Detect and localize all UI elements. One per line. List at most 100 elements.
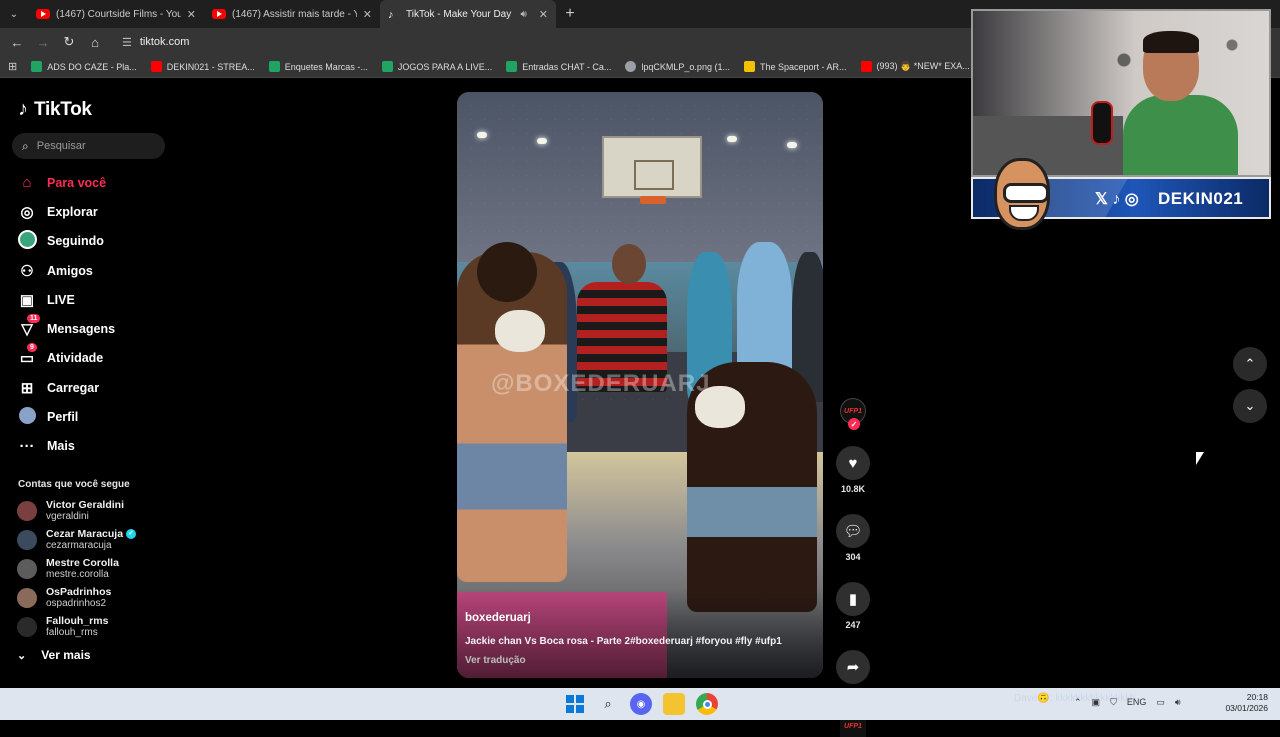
bookmark-item[interactable]: (993) 👨 *NEW* EXA... [860, 61, 970, 72]
bookmark-item[interactable]: DEKIN021 - STREA... [150, 61, 255, 72]
network-icon[interactable]: ▭ [1156, 697, 1165, 708]
comment-button[interactable]: 💬︎ [836, 514, 870, 548]
more-icon: ··· [19, 437, 35, 455]
chevron-up-icon: ⌃ [1244, 356, 1256, 371]
site-info-icon[interactable]: ☰ [122, 36, 132, 49]
bookmark-icon: ▮ [848, 591, 858, 608]
streamer-cartoon-avatar [994, 158, 1050, 230]
search-input[interactable] [36, 140, 147, 152]
close-icon[interactable]: ✕ [539, 8, 548, 21]
following-account[interactable]: Fallouh_rms fallouh_rms [17, 613, 136, 642]
security-icon[interactable]: ⛉ [1110, 697, 1117, 708]
reload-button[interactable]: ↻ [56, 29, 82, 55]
tiktok-icon: ♪ [388, 9, 394, 21]
nav-label: LIVE [47, 292, 75, 307]
video-author[interactable]: boxederuarj [465, 612, 531, 624]
following-account[interactable]: Victor Geraldini vgeraldini [17, 496, 136, 525]
tiktok-icon: ♪ [18, 98, 28, 120]
previous-video-button[interactable]: ⌃ [1233, 347, 1267, 381]
see-translation-link[interactable]: Ver tradução [465, 655, 526, 666]
nav-item-perfil[interactable]: Perfil [17, 402, 115, 431]
save-button[interactable]: ▮ [836, 582, 870, 616]
account-handle: fallouh_rms [46, 627, 98, 639]
tab-search-button[interactable]: ⌄ [0, 0, 28, 28]
address-bar[interactable]: ☰ tiktok.com [114, 31, 954, 53]
logo-text: TikTok [34, 98, 92, 120]
youtube-icon [36, 9, 50, 19]
next-video-button[interactable]: ⌄ [1233, 389, 1267, 423]
following-account[interactable]: OsPadrinhos ospadrinhos2 [17, 584, 136, 613]
nav-label: Explorar [47, 204, 98, 219]
chrome-button[interactable] [696, 693, 718, 715]
live-icon: ▣ [19, 291, 35, 309]
speaker-icon[interactable]: 🔊︎ [520, 9, 526, 20]
bookmark-item[interactable]: lpqCKMLP_o.png (1... [625, 61, 730, 72]
streamer [1123, 31, 1238, 175]
see-more-button[interactable]: ⌄ Ver mais [17, 648, 91, 662]
app-tray-icon[interactable]: ▣ [1092, 697, 1101, 708]
nav-item-mensagens[interactable]: ▽ 11 Mensagens [17, 314, 115, 343]
volume-icon[interactable]: 🔊︎ [1175, 697, 1181, 708]
bookmark-label: lpqCKMLP_o.png (1... [641, 61, 730, 72]
bookmark-label: Entradas CHAT - Ca... [522, 61, 612, 72]
tiktok-logo[interactable]: ♪ TikTok [18, 98, 92, 121]
like-button[interactable]: ♥ [836, 446, 870, 480]
video-actions: UFP1 ✓ ♥ 10.8K 💬︎ 304 ▮ 247 ➦ 298 UFP1 [834, 398, 872, 737]
clock[interactable]: 20:18 03/01/2026 [1216, 692, 1268, 714]
notification-badge: 11 [27, 314, 41, 324]
bookmark-item[interactable]: Entradas CHAT - Ca... [506, 61, 611, 72]
search-button[interactable]: ⌕ [597, 693, 619, 715]
account-handle: mestre.corolla [46, 568, 109, 580]
bookmark-label: ADS DO CAZE - Pla... [47, 61, 137, 72]
comment-count: 304 [845, 552, 861, 562]
account-name: Mestre Corolla [46, 556, 119, 569]
language-indicator[interactable]: ENG [1127, 697, 1147, 708]
new-tab-button[interactable]: + [556, 5, 584, 23]
tab-title: (1467) Courtside Films - YouTube [56, 8, 181, 20]
following-account[interactable]: Cezar Maracuja ✓ cezarmaracuja [17, 525, 137, 554]
windows-icon [566, 695, 584, 713]
nav-item-amigos[interactable]: ⚇ Amigos [17, 256, 115, 285]
bookmark-item[interactable]: ADS DO CAZE - Pla... [31, 61, 137, 72]
close-icon[interactable]: ✕ [363, 8, 372, 21]
following-account[interactable]: Mestre Corolla mestre.corolla [17, 554, 136, 583]
profile-avatar-icon [17, 406, 37, 428]
browser-tab[interactable]: (1467) Courtside Films - YouTube ✕ [28, 0, 204, 28]
bookmark-item[interactable]: JOGOS PARA A LIVE... [381, 61, 492, 72]
video-player[interactable]: @BOXEDERUARJ boxederuarj Jackie chan Vs … [457, 92, 823, 678]
video-frame [640, 196, 666, 204]
music-disc-text: UFP1 [844, 722, 862, 730]
back-button[interactable]: ← [4, 29, 30, 55]
avatar [17, 500, 37, 521]
following-list: Victor Geraldini vgeraldini Cezar Maracuj… [17, 496, 137, 642]
close-icon[interactable]: ✕ [187, 8, 196, 21]
activity-icon: ▭ 9 [17, 343, 37, 367]
file-explorer-button[interactable] [663, 693, 685, 715]
share-button[interactable]: ➦ [836, 650, 870, 684]
share-icon: ➦ [846, 659, 860, 676]
video-frame [612, 244, 646, 284]
avatar [17, 617, 37, 638]
browser-tab[interactable]: (1467) Assistir mais tarde - YouTube ✕ [204, 0, 380, 28]
apps-grid-icon[interactable]: ⊞ [8, 60, 17, 73]
follow-plus-icon[interactable]: ✓ [848, 418, 860, 430]
nav-item-live[interactable]: ▣ LIVE [17, 285, 115, 314]
search-box[interactable]: ⌕ [12, 133, 165, 159]
browser-tab-active[interactable]: ♪ TikTok - Make Your Day 🔊︎ ✕ [380, 0, 556, 28]
youtube-icon [860, 61, 872, 72]
bookmark-item[interactable]: Enquetes Marcas -... [268, 61, 368, 72]
nav-item-para-voce[interactable]: ⌂ Para você [17, 168, 115, 197]
forward-button[interactable]: → [30, 29, 56, 55]
nav-item-atividade[interactable]: ▭ 9 Atividade [17, 343, 115, 373]
nav-item-mais[interactable]: ··· Mais [17, 432, 115, 461]
microphone [1091, 101, 1113, 145]
discord-button[interactable]: ◉ [630, 693, 652, 715]
nav-item-carregar[interactable]: ⊞ Carregar [17, 373, 115, 402]
nav-item-seguindo[interactable]: Seguindo [17, 227, 115, 256]
creator-avatar[interactable]: UFP1 ✓ [840, 398, 866, 430]
nav-item-explorar[interactable]: ◎ Explorar [17, 197, 115, 226]
start-button[interactable] [564, 693, 586, 715]
home-button[interactable]: ⌂ [82, 29, 108, 55]
chevron-up-icon[interactable]: ⌃ [1074, 697, 1082, 708]
bookmark-item[interactable]: The Spaceport - AR... [743, 61, 847, 72]
